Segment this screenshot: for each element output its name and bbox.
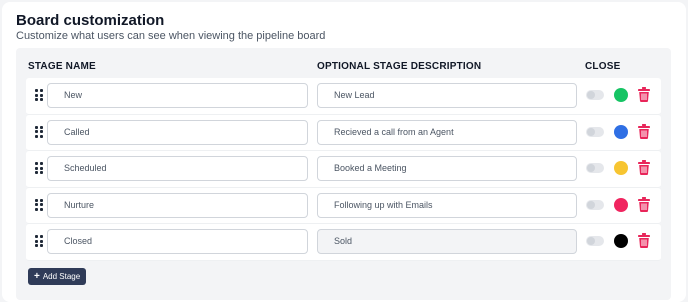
stage-description-input: Sold — [317, 229, 577, 254]
stage-name-input[interactable]: Called — [47, 119, 308, 145]
stage-description-input[interactable]: Recieved a call from an Agent — [317, 119, 577, 145]
stage-color-swatch[interactable] — [614, 124, 628, 139]
stage-name-input[interactable]: New — [47, 83, 308, 108]
stage-description-input[interactable]: Following up with Emails — [317, 192, 577, 218]
close-toggle[interactable] — [586, 236, 604, 246]
trash-icon[interactable] — [638, 87, 650, 102]
stage-description-input[interactable]: Booked a Meeting — [317, 156, 577, 181]
stage-row: Closed Sold — [26, 224, 661, 261]
drag-handle-icon[interactable] — [35, 89, 43, 101]
drag-handle-icon[interactable] — [35, 125, 43, 138]
stages-panel: STAGE NAME OPTIONAL STAGE DESCRIPTION CL… — [16, 48, 671, 300]
add-stage-label: Add Stage — [42, 272, 81, 281]
stage-row: Nurture Following up with Emails — [26, 187, 661, 224]
add-stage-button[interactable]: + Add Stage — [28, 268, 87, 285]
plus-icon: + — [34, 270, 40, 282]
stage-color-swatch[interactable] — [614, 88, 628, 102]
column-header-stage-name: STAGE NAME — [28, 61, 96, 72]
close-toggle[interactable] — [586, 90, 604, 100]
trash-icon[interactable] — [638, 160, 650, 175]
column-header-close: CLOSE — [585, 61, 621, 72]
stage-color-swatch[interactable] — [614, 161, 628, 175]
trash-icon[interactable] — [638, 196, 650, 212]
column-header-description: OPTIONAL STAGE DESCRIPTION — [317, 61, 482, 72]
stage-row: Scheduled Booked a Meeting — [26, 151, 661, 188]
drag-handle-icon[interactable] — [35, 198, 43, 211]
close-toggle[interactable] — [586, 163, 604, 173]
drag-handle-icon[interactable] — [35, 235, 43, 247]
stage-list: New New Lead Called Recieved a call from an… — [26, 78, 661, 261]
close-toggle[interactable] — [586, 126, 604, 137]
page-title: Board customization — [16, 12, 165, 29]
stage-name-input[interactable]: Scheduled — [47, 156, 308, 181]
stage-color-swatch[interactable] — [614, 197, 628, 212]
trash-icon[interactable] — [638, 233, 650, 248]
trash-icon[interactable] — [638, 123, 650, 139]
stage-row: New New Lead — [26, 78, 661, 115]
board-customization-card: Board customization Customize what users… — [2, 2, 686, 302]
stage-description-input[interactable]: New Lead — [317, 83, 577, 108]
stage-row: Called Recieved a call from an Agent — [26, 114, 661, 151]
stage-color-swatch[interactable] — [614, 234, 628, 248]
drag-handle-icon[interactable] — [35, 162, 43, 174]
page-subtitle: Customize what users can see when viewin… — [16, 30, 326, 42]
close-toggle[interactable] — [586, 199, 604, 210]
stage-name-input[interactable]: Nurture — [47, 192, 308, 218]
stage-name-input[interactable]: Closed — [47, 229, 308, 254]
